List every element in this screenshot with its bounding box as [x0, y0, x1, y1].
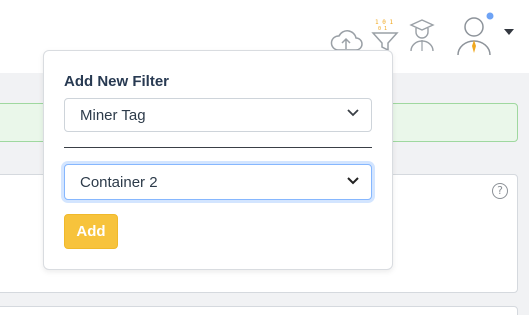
help-icon[interactable]: ?: [492, 183, 508, 199]
chevron-down-icon: [347, 177, 359, 185]
add-filter-button[interactable]: Add: [64, 214, 118, 249]
filter-value-select[interactable]: Container 2: [64, 164, 372, 200]
user-avatar-icon[interactable]: [455, 12, 497, 56]
filter-type-value: Miner Tag: [80, 107, 146, 124]
svg-text:1 0 1: 1 0 1: [375, 19, 393, 26]
content-card-lower: [0, 306, 518, 315]
caret-down-icon[interactable]: [504, 29, 514, 35]
filter-type-select[interactable]: Miner Tag: [64, 98, 372, 132]
filter-funnel-icon[interactable]: 1 0 1 0 1: [370, 16, 400, 52]
filter-value-value: Container 2: [80, 174, 158, 191]
popover-title: Add New Filter: [64, 73, 170, 90]
app-screen: ? 1 0 1 0 1 Add New Filter Miner Tag Con…: [0, 0, 529, 315]
divider: [64, 147, 372, 148]
svg-text:0 1: 0 1: [378, 26, 387, 32]
notification-dot: [486, 12, 494, 20]
chevron-down-icon: [347, 109, 359, 117]
graduate-icon[interactable]: [407, 18, 437, 52]
add-filter-popover: Add New Filter Miner Tag Container 2 Add: [43, 50, 393, 270]
